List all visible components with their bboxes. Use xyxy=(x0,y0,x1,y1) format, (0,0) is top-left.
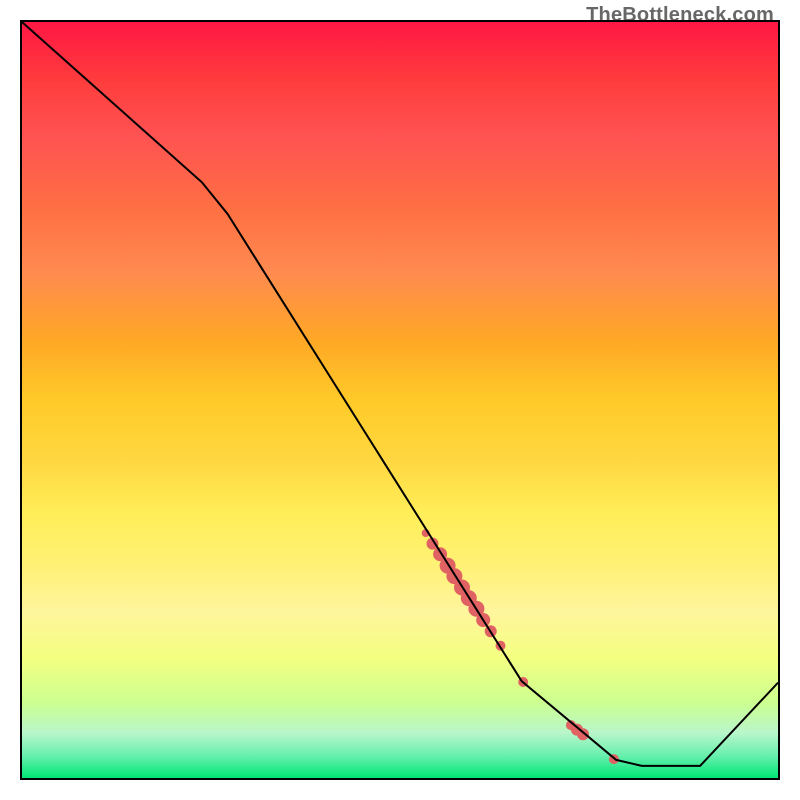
chart-container: TheBottleneck.com xyxy=(0,0,800,800)
highlight-dots-layer xyxy=(422,529,619,764)
plot-area xyxy=(20,20,780,780)
chart-svg xyxy=(22,22,778,778)
bottleneck-curve-path xyxy=(22,22,778,766)
